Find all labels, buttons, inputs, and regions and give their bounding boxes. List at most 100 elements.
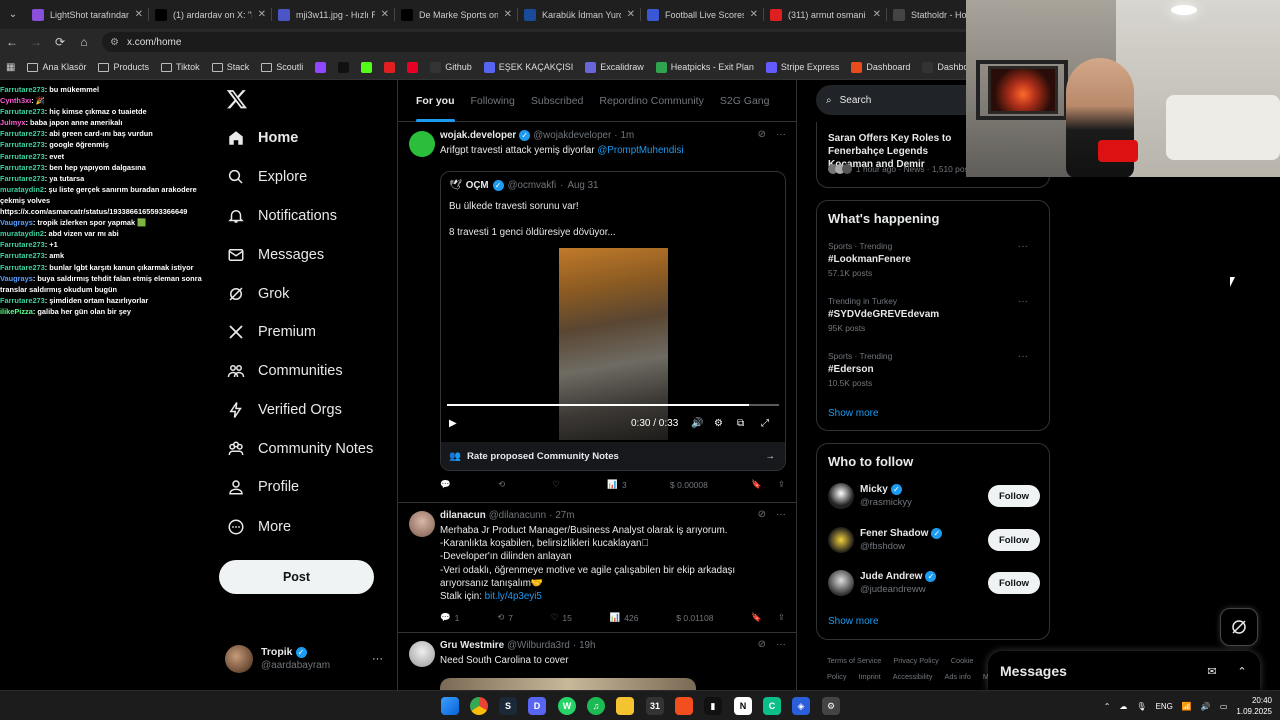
tweet-time[interactable]: 19h — [579, 640, 595, 651]
figma-icon[interactable] — [675, 697, 693, 715]
bookmark-item[interactable]: Heatpicks - Exit Plan — [655, 61, 754, 73]
tweet-avatar[interactable] — [409, 511, 435, 537]
more-dots-icon[interactable]: ··· — [776, 639, 786, 650]
x-logo-icon[interactable] — [226, 88, 248, 110]
browser-tab[interactable]: mji3w11.jpg - Hızlı Re ✕ — [272, 0, 395, 29]
nav-item-premium[interactable]: Premium — [227, 319, 316, 345]
footer-link[interactable]: Privacy Policy — [893, 656, 938, 665]
quoted-tweet[interactable]: 🕊 OÇM ✓ @ocmvakfi · Aug 31 Bu ülkede tra… — [440, 171, 786, 471]
trend-item[interactable]: Trending in Turkey #SYDVdeGREVEdevam 95K p… — [828, 296, 1040, 333]
bookmark-item[interactable]: Excalidraw — [585, 61, 644, 73]
tweet-link[interactable]: bit.ly/4p3eyi5 — [485, 591, 542, 602]
trend-item[interactable]: Sports · Trending #LookmanFenere 57.1K pos… — [828, 241, 1040, 278]
tweet-author-handle[interactable]: @Wilburda3rd — [507, 640, 570, 651]
bookmark-item[interactable]: Tiktok — [161, 62, 200, 72]
bookmark-item[interactable]: EŞEK KAÇAKÇISI — [483, 61, 573, 73]
bookmark-item[interactable] — [407, 61, 419, 73]
browser-tab[interactable]: Karabük İdman Yurdu ✕ — [518, 0, 641, 29]
address-bar[interactable]: ⚙ x.com/home — [102, 32, 982, 52]
tips-button[interactable]: $ 0.00008 — [670, 480, 708, 490]
close-tab-icon[interactable]: ✕ — [504, 9, 512, 20]
notion-icon[interactable]: N — [734, 697, 752, 715]
tweet-author-name[interactable]: wojak.developer — [440, 130, 516, 141]
microphone-icon[interactable]: 🎙 — [1136, 702, 1146, 711]
nav-item-community-notes[interactable]: Community Notes — [227, 436, 373, 462]
trend-item[interactable]: Sports · Trending #Ederson 10.5K posts ··· — [828, 351, 1040, 388]
nav-item-verified-orgs[interactable]: Verified Orgs — [227, 397, 342, 423]
avatar[interactable] — [828, 527, 854, 553]
whatsapp-icon[interactable]: W — [558, 697, 576, 715]
apps-grid-icon[interactable]: ▦ — [6, 62, 15, 73]
bookmark-item[interactable]: Scoutli — [261, 62, 303, 72]
settings-icon[interactable]: ⚙ — [714, 418, 723, 429]
tweet-author-name[interactable]: dilanacun — [440, 510, 486, 521]
close-tab-icon[interactable]: ✕ — [750, 9, 758, 20]
fullscreen-icon[interactable]: ⤢ — [761, 418, 769, 429]
bookmark-item[interactable]: Stripe Express — [765, 61, 839, 73]
who-to-follow-item[interactable]: Jude Andrew ✓ @judeandreww Follow — [828, 567, 1040, 599]
tips-button[interactable]: $ 0.01108 — [676, 613, 713, 623]
nav-item-communities[interactable]: Communities — [227, 358, 343, 384]
tweet-avatar[interactable] — [409, 641, 435, 667]
show-more-follow[interactable]: Show more — [828, 616, 879, 627]
footer-link[interactable]: Ads info — [945, 672, 971, 681]
grok-floating-button[interactable] — [1220, 608, 1258, 646]
browser-tab[interactable]: (311) armut osmani n ✕ — [764, 0, 887, 29]
show-more-trends[interactable]: Show more — [828, 408, 879, 419]
back-button[interactable]: ← — [0, 29, 24, 55]
footer-link[interactable]: Terms of Service — [827, 656, 881, 665]
nav-item-more[interactable]: More — [227, 514, 291, 540]
bookmark-item[interactable] — [338, 61, 350, 73]
tweet-media[interactable] — [440, 678, 696, 690]
file-explorer-icon[interactable] — [616, 697, 634, 715]
footer-link[interactable]: Imprint — [858, 672, 880, 681]
browser-tab[interactable]: Football Live Scores, ✕ — [641, 0, 764, 29]
timeline-tab[interactable]: Following — [463, 80, 523, 122]
like-button[interactable]: ♡ 15 — [551, 612, 572, 623]
tweet[interactable]: dilanacun @dilanacunn · 27m ⊘ ··· Merhaba… — [398, 503, 796, 633]
settings-icon[interactable]: ⚙ — [822, 697, 840, 715]
tab-search-dropdown-icon[interactable]: ⌄ — [0, 0, 26, 29]
like-button[interactable]: ♡ — [552, 479, 564, 490]
tweet-time[interactable]: 1m — [621, 130, 635, 141]
steam-icon[interactable]: S — [499, 697, 517, 715]
more-dots-icon[interactable]: ··· — [1018, 351, 1028, 362]
tweet[interactable]: wojak.developer ✓ @wojakdeveloper · 1m ⊘… — [398, 123, 796, 503]
timeline-tab[interactable]: For you — [408, 80, 463, 122]
pip-icon[interactable]: ⧉ — [737, 418, 744, 429]
avatar[interactable] — [828, 483, 854, 509]
browser-tab[interactable]: LightShot tarafından ✕ — [26, 0, 149, 29]
more-dots-icon[interactable]: ··· — [776, 129, 786, 140]
speaker-icon[interactable]: 🔊 — [1201, 702, 1211, 711]
tweet-author-name[interactable]: Gru Westmire — [440, 640, 504, 651]
close-tab-icon[interactable]: ✕ — [381, 9, 389, 20]
language-indicator[interactable]: ENG — [1156, 702, 1173, 711]
nav-item-explore[interactable]: Explore — [227, 164, 307, 190]
bookmark-item[interactable] — [361, 61, 373, 73]
follow-button[interactable]: Follow — [988, 529, 1040, 551]
tweet[interactable]: Gru Westmire @Wilburda3rd · 19h ⊘ ··· Nee… — [398, 633, 796, 690]
follow-button[interactable]: Follow — [988, 572, 1040, 594]
nav-item-messages[interactable]: Messages — [227, 242, 324, 268]
repost-button[interactable]: ⟲ 7 — [497, 612, 513, 623]
play-icon[interactable]: ▶ — [449, 418, 457, 429]
bookmark-item[interactable]: Stack — [211, 62, 249, 72]
bookmark-item[interactable] — [384, 61, 396, 73]
bookmark-item[interactable]: Ana Klasör — [27, 62, 86, 72]
battery-icon[interactable]: ▭ — [1220, 702, 1228, 711]
home-button[interactable]: ⌂ — [72, 29, 96, 55]
wifi-icon[interactable]: 📶 — [1182, 702, 1192, 711]
nav-item-grok[interactable]: Grok — [227, 281, 289, 307]
repost-button[interactable]: ⟲ — [498, 479, 509, 490]
curseforge-icon[interactable]: C — [763, 697, 781, 715]
avatar[interactable] — [828, 570, 854, 596]
who-to-follow-item[interactable]: Fener Shadow ✓ @fbshdow Follow — [828, 524, 1040, 556]
more-dots-icon[interactable]: ··· — [776, 509, 786, 520]
close-tab-icon[interactable]: ✕ — [258, 9, 266, 20]
close-tab-icon[interactable]: ✕ — [873, 9, 881, 20]
bookmark-button[interactable]: 🔖 ⇪ — [751, 479, 785, 490]
bookmark-button[interactable]: 🔖 ⇪ — [751, 612, 785, 623]
bookmark-item[interactable]: Products — [98, 62, 149, 72]
browser-tab[interactable]: (1) ardardav on X: "b ✕ — [149, 0, 272, 29]
grok-explain-icon[interactable]: ⊘ — [758, 129, 766, 140]
